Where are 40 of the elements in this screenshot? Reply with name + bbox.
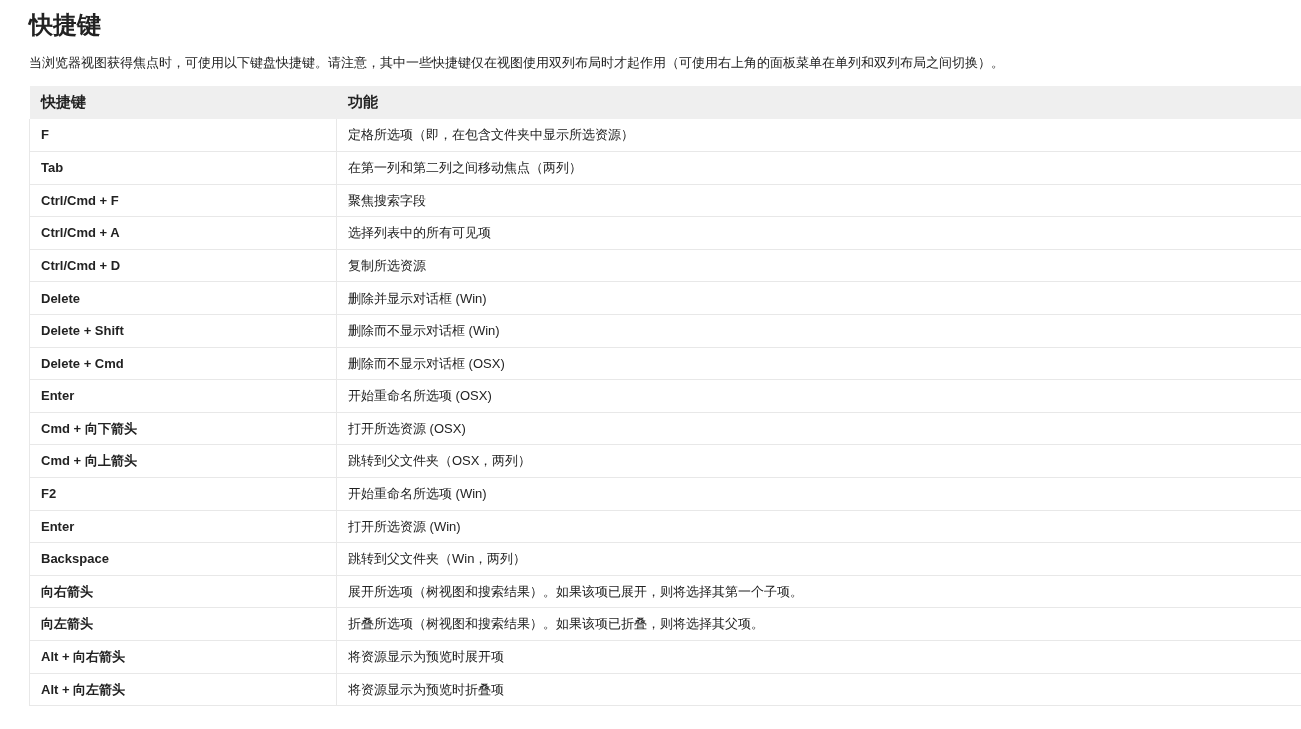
function-cell: 跳转到父文件夹（Win，两列）: [336, 542, 1301, 576]
function-cell: 复制所选资源: [336, 249, 1301, 282]
function-cell: 在第一列和第二列之间移动焦点（两列）: [336, 151, 1301, 185]
shortcut-cell: Enter: [29, 379, 337, 413]
shortcut-cell: Alt + 向右箭头: [29, 640, 337, 674]
shortcut-cell: F: [29, 119, 337, 152]
shortcut-cell: 向右箭头: [29, 575, 337, 608]
function-cell: 开始重命名所选项 (OSX): [336, 379, 1301, 413]
function-cell: 折叠所选项（树视图和搜索结果）。如果该项已折叠，则将选择其父项。: [336, 607, 1301, 641]
function-cell: 聚焦搜索字段: [336, 184, 1301, 217]
shortcut-cell: Delete: [29, 281, 337, 315]
shortcut-cell: Delete + Shift: [29, 314, 337, 348]
shortcut-cell: Delete + Cmd: [29, 347, 337, 380]
function-cell: 打开所选资源 (Win): [336, 510, 1301, 543]
shortcut-cell: Ctrl/Cmd + D: [29, 249, 337, 282]
page-title: 快捷键: [29, 10, 102, 40]
function-cell: 将资源显示为预览时展开项: [336, 640, 1301, 674]
function-cell: 删除并显示对话框 (Win): [336, 281, 1301, 315]
shortcut-cell: Alt + 向左箭头: [29, 673, 337, 706]
function-cell: 删除而不显示对话框 (Win): [336, 314, 1301, 348]
intro-paragraph: 当浏览器视图获得焦点时，可使用以下键盘快捷键。请注意，其中一些快捷键仅在视图使用双列布局时才起作用（可使用右上角的面板菜单在单列和双列布局之间切换）。: [29, 54, 1005, 72]
shortcut-cell: Ctrl/Cmd + F: [29, 184, 337, 217]
shortcut-cell: 向左箭头: [29, 607, 337, 641]
function-cell: 开始重命名所选项 (Win): [336, 477, 1301, 511]
column-header: 功能: [336, 86, 1301, 119]
shortcut-cell: Cmd + 向下箭头: [29, 412, 337, 445]
function-cell: 将资源显示为预览时折叠项: [336, 673, 1301, 706]
function-cell: 展开所选项（树视图和搜索结果）。如果该项已展开，则将选择其第一个子项。: [336, 575, 1301, 608]
shortcut-cell: F2: [29, 477, 337, 511]
shortcut-cell: Cmd + 向上箭头: [29, 444, 337, 478]
shortcut-cell: Enter: [29, 510, 337, 543]
function-cell: 选择列表中的所有可见项: [336, 216, 1301, 250]
function-cell: 跳转到父文件夹（OSX，两列）: [336, 444, 1301, 478]
function-cell: 打开所选资源 (OSX): [336, 412, 1301, 445]
shortcut-cell: Backspace: [29, 542, 337, 576]
function-cell: 定格所选项（即，在包含文件夹中显示所选资源）: [336, 119, 1301, 152]
shortcut-cell: Tab: [29, 151, 337, 185]
function-cell: 删除而不显示对话框 (OSX): [336, 347, 1301, 380]
column-header: 快捷键: [29, 86, 337, 119]
shortcut-cell: Ctrl/Cmd + A: [29, 216, 337, 250]
